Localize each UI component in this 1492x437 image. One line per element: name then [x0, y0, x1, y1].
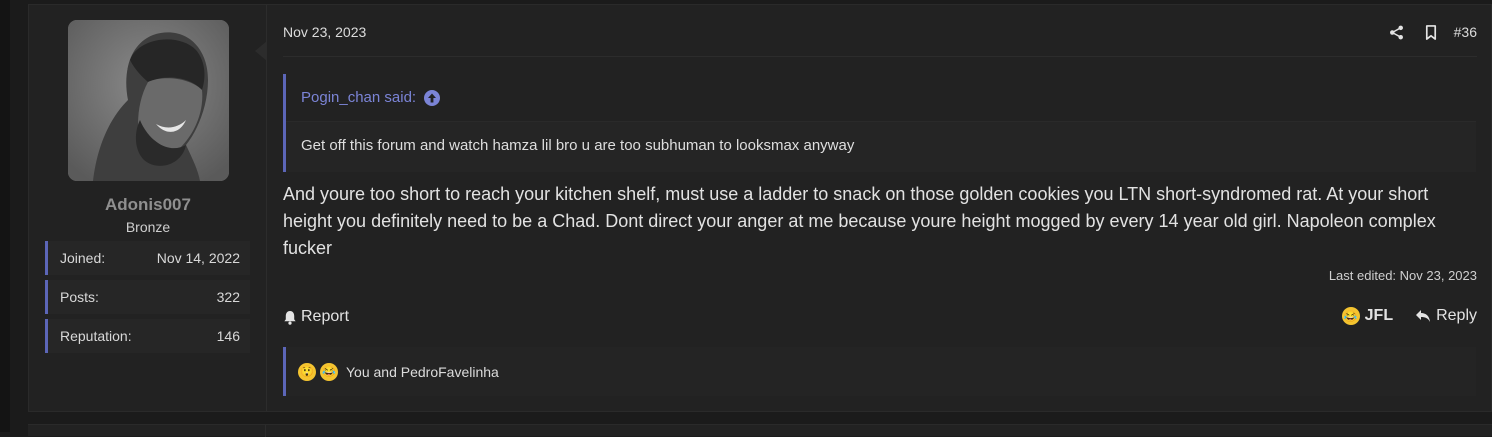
- user-rank: Bronze: [125, 219, 171, 235]
- reply-button[interactable]: Reply: [1415, 307, 1477, 325]
- user-info-column: Adonis007 Bronze Joined: Nov 14, 2022 Po…: [29, 5, 267, 411]
- laughing-crying-emoji-icon: 😂: [1341, 307, 1360, 325]
- stat-value: 322: [216, 289, 240, 305]
- header-divider: [283, 56, 1477, 57]
- post-header-actions: #36: [1380, 21, 1477, 43]
- stat-label: Posts:: [60, 289, 99, 305]
- report-button[interactable]: Report: [283, 308, 349, 326]
- bell-icon: [284, 310, 296, 325]
- quote-author-link[interactable]: Pogin_chan said:: [301, 89, 441, 106]
- page-gutter: [0, 0, 10, 432]
- shocked-emoji-icon: 😲: [298, 362, 316, 381]
- last-edited-note: Last edited: Nov 23, 2023: [1328, 268, 1477, 283]
- stat-label: Reputation:: [60, 328, 132, 344]
- forum-post: Adonis007 Bronze Joined: Nov 14, 2022 Po…: [28, 4, 1492, 412]
- post-date[interactable]: Nov 23, 2023: [283, 24, 366, 40]
- post-pointer-arrow: [255, 41, 267, 61]
- reply-arrow-icon: [1416, 310, 1431, 322]
- report-label: Report: [301, 308, 350, 325]
- post-footer-actions: 😂 JFL Reply: [1341, 307, 1477, 325]
- reaction-button[interactable]: 😂 JFL: [1341, 307, 1394, 325]
- reaction-label: JFL: [1364, 307, 1394, 324]
- share-icon[interactable]: [1380, 21, 1414, 43]
- stat-posts: Posts: 322: [45, 280, 250, 314]
- username[interactable]: Adonis007: [29, 195, 267, 215]
- quote-author-label: Pogin_chan said:: [301, 89, 417, 106]
- stat-value: 146: [216, 328, 240, 344]
- stat-reputation: Reputation: 146: [45, 319, 250, 353]
- quote-header: Pogin_chan said:: [286, 74, 1476, 122]
- post-message: And youre too short to reach your kitche…: [283, 184, 1436, 258]
- avatar-image: [68, 20, 229, 181]
- stat-label: Joined:: [60, 250, 106, 266]
- post-main: Nov 23, 2023 #36 Pogin_chan said: Get of…: [283, 5, 1477, 411]
- next-post-divider: [265, 425, 266, 437]
- next-post-edge: [28, 424, 1492, 437]
- post-number-link[interactable]: #36: [1454, 24, 1477, 40]
- quote-text: Get off this forum and watch hamza lil b…: [301, 137, 855, 154]
- stat-value: Nov 14, 2022: [156, 250, 240, 266]
- laughing-crying-emoji-icon: 😂: [320, 362, 338, 381]
- arrow-up-circle-icon: [424, 89, 441, 106]
- quote-block: Pogin_chan said: Get off this forum and …: [283, 74, 1476, 172]
- bookmark-icon[interactable]: [1414, 21, 1448, 43]
- reactions-bar: 😲 😂 You and PedroFavelinha: [283, 347, 1476, 396]
- avatar[interactable]: [68, 20, 229, 181]
- stat-joined: Joined: Nov 14, 2022: [45, 241, 250, 275]
- reply-label: Reply: [1436, 307, 1477, 324]
- reactions-summary-link[interactable]: You and PedroFavelinha: [346, 364, 499, 380]
